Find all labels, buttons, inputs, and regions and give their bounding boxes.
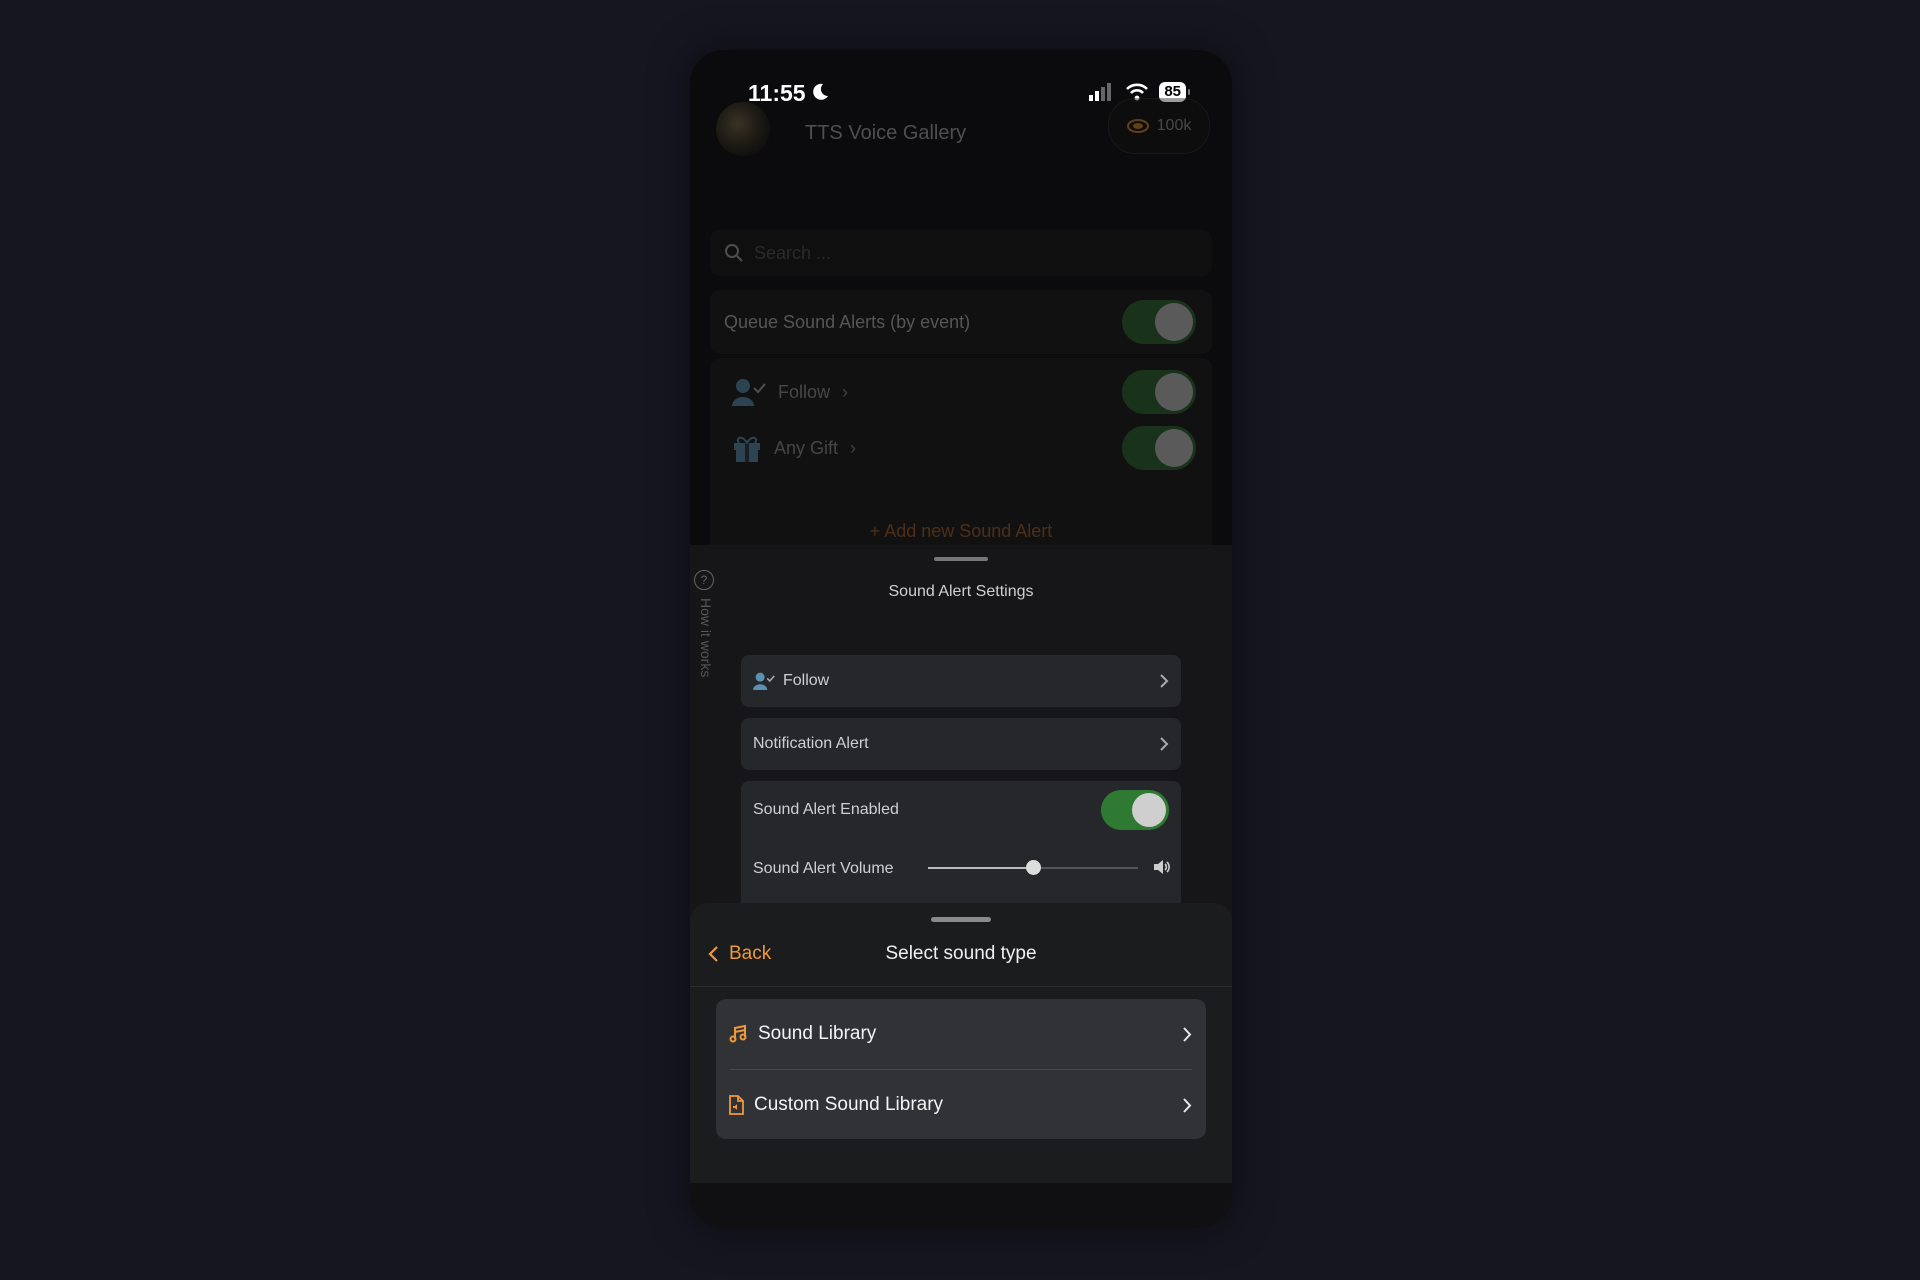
chevron-right-icon: [1183, 1027, 1192, 1042]
sheet-handle[interactable]: [931, 917, 991, 922]
chevron-right-icon: ›: [850, 437, 857, 458]
any-gift-toggle[interactable]: [1122, 426, 1196, 470]
search-placeholder: Search ...: [754, 242, 832, 263]
event-list: Follow › Any Gift › + Add new Sound Aler…: [710, 358, 1212, 558]
user-check-icon: [732, 379, 766, 406]
app-header: TTS Voice Gallery 100k: [690, 98, 1232, 214]
event-label-follow: Follow: [778, 381, 831, 402]
how-it-works-label: How it works: [698, 598, 714, 678]
search-bar[interactable]: Search ...: [710, 230, 1212, 276]
status-time: 11:55: [748, 80, 806, 106]
volume-label: Sound Alert Volume: [753, 860, 894, 877]
event-select-label: Follow: [783, 672, 830, 689]
how-it-works-tab[interactable]: ? How it works: [694, 570, 718, 720]
moon-icon: [813, 83, 828, 100]
sound-enabled-label: Sound Alert Enabled: [753, 801, 899, 818]
avatar[interactable]: [716, 102, 770, 156]
home-indicator-area: [690, 1183, 1232, 1228]
sound-type-list: Sound Library Custom Sound Library: [716, 999, 1206, 1139]
alert-type-label: Notification Alert: [753, 735, 869, 752]
file-audio-icon: [729, 1095, 744, 1115]
queue-row: Queue Sound Alerts (by event): [710, 290, 1212, 354]
page-title: TTS Voice Gallery: [805, 122, 967, 144]
chevron-right-icon: [1160, 737, 1169, 751]
custom-sound-library-label: Custom Sound Library: [754, 1094, 944, 1115]
sheet-handle[interactable]: [934, 557, 988, 561]
gift-icon: [734, 436, 760, 462]
add-new-sound-alert-button[interactable]: + Add new Sound Alert: [710, 521, 1212, 542]
help-icon: ?: [694, 570, 714, 590]
coin-icon: [1126, 119, 1149, 133]
chevron-right-icon: [1183, 1098, 1192, 1113]
select-sound-type-sheet: Back Select sound type Sound Library Cus…: [690, 903, 1232, 1228]
search-icon: [725, 244, 743, 262]
music-note-icon: [729, 1024, 747, 1043]
volume-slider[interactable]: [928, 860, 1138, 875]
coin-balance[interactable]: 100k: [1108, 98, 1210, 154]
event-row-any-gift[interactable]: Any Gift ›: [710, 418, 1212, 478]
event-select-row[interactable]: Follow: [741, 655, 1181, 707]
queue-toggle[interactable]: [1122, 300, 1196, 344]
alert-type-row[interactable]: Notification Alert: [741, 718, 1181, 770]
custom-sound-library-option[interactable]: Custom Sound Library: [716, 1070, 1206, 1140]
sound-library-option[interactable]: Sound Library: [716, 999, 1206, 1069]
queue-label: Queue Sound Alerts (by event): [724, 311, 971, 332]
chevron-right-icon: ›: [842, 381, 849, 402]
sheet-title: Select sound type: [885, 943, 1037, 964]
sound-enabled-toggle[interactable]: [1101, 790, 1169, 830]
sound-library-label: Sound Library: [758, 1023, 877, 1044]
cellular-signal-icon: [1089, 83, 1112, 101]
coin-amount: 100k: [1156, 117, 1192, 134]
follow-toggle[interactable]: [1122, 370, 1196, 414]
settings-title: Sound Alert Settings: [888, 583, 1034, 600]
user-check-icon: [753, 672, 775, 690]
sound-alert-controls: Sound Alert Enabled Sound Alert Volume: [741, 781, 1181, 911]
event-row-follow[interactable]: Follow ›: [710, 362, 1212, 422]
divider: [690, 986, 1232, 987]
chevron-right-icon: [1160, 674, 1169, 688]
event-label-any-gift: Any Gift: [774, 437, 839, 458]
phone-frame: 11:55 85 TTS Voice Gallery 100k Search .…: [690, 50, 1232, 1228]
volume-icon: [1154, 860, 1170, 874]
